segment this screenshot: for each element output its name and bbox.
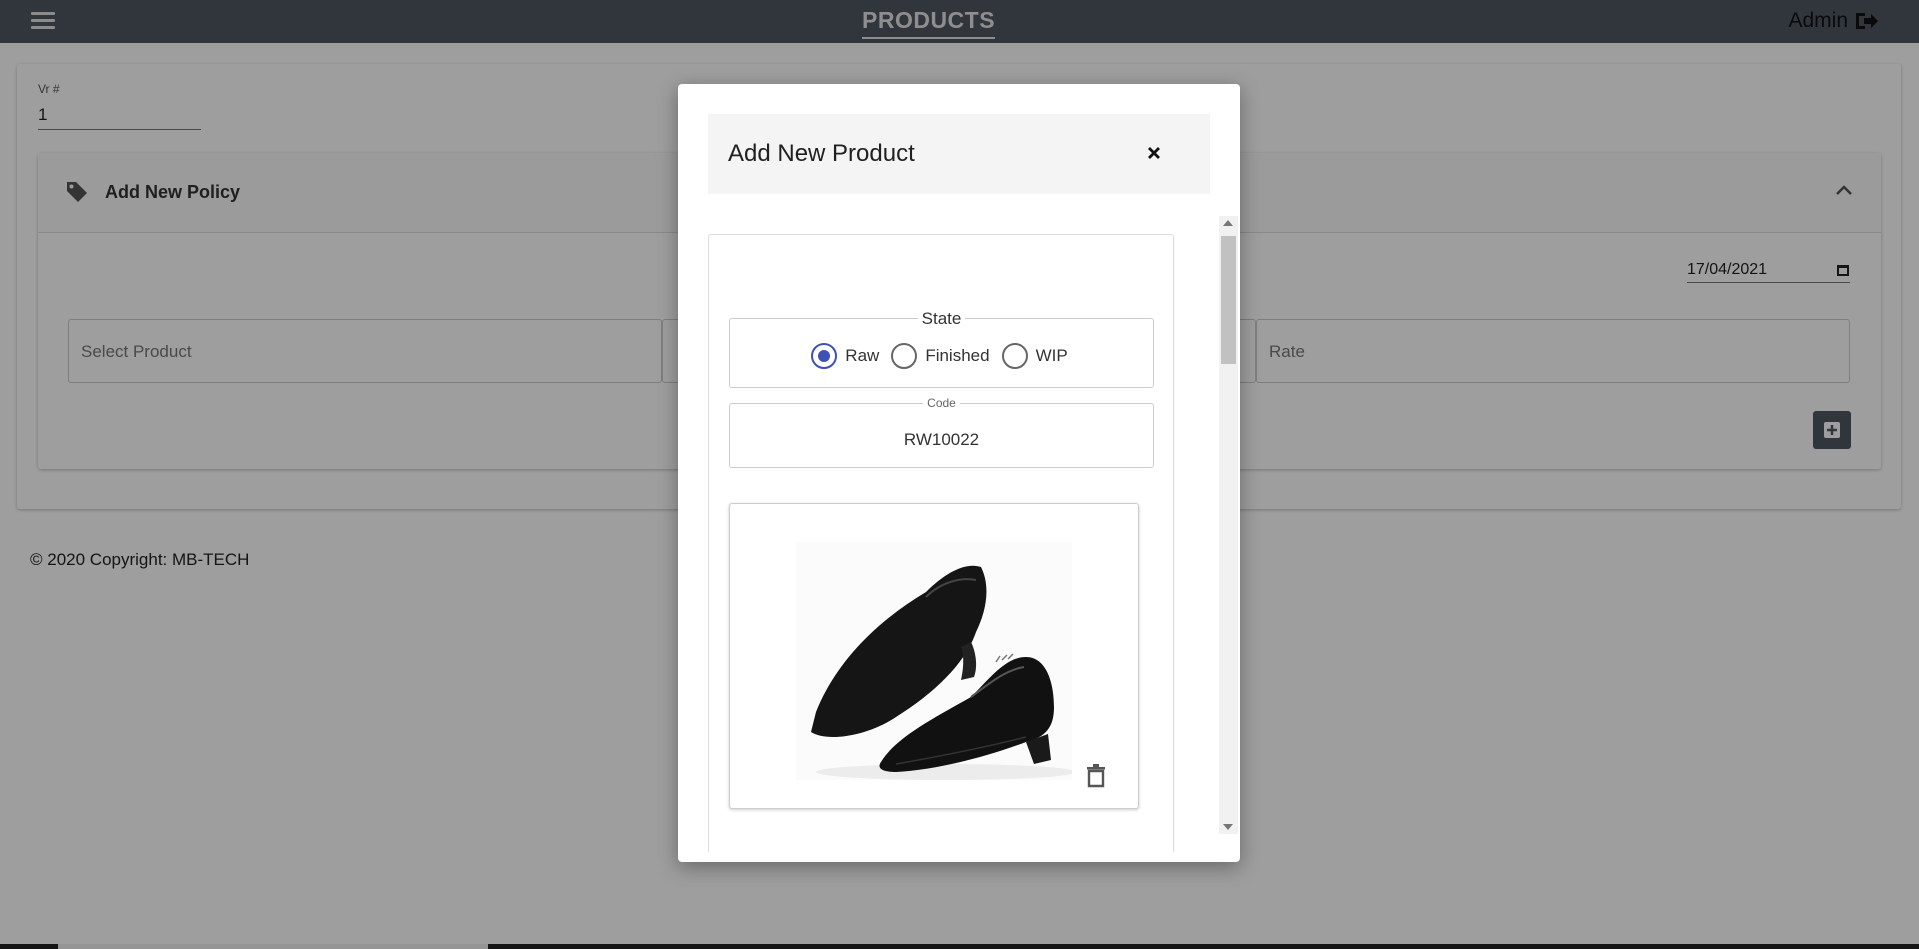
close-button[interactable] [1144,143,1164,163]
modal-body: State Raw Finished WIP Code RW10022 [708,234,1198,852]
radio-label: Finished [925,346,990,365]
scroll-down-icon[interactable] [1223,824,1233,830]
scroll-thumb[interactable] [1221,236,1236,364]
product-image [796,542,1072,780]
code-label: Code [923,396,960,410]
close-icon [1148,147,1160,159]
add-product-modal: Add New Product State Raw Finished WIP C… [678,84,1240,862]
state-radio-raw[interactable]: Raw [811,343,879,369]
state-label: State [917,309,966,328]
radio-button[interactable] [1001,343,1028,369]
radio-button[interactable] [891,343,918,369]
state-radio-finished[interactable]: Finished [891,343,990,369]
product-form-card: State Raw Finished WIP Code RW10022 [708,234,1174,852]
modal-scrollbar[interactable] [1219,216,1238,834]
state-options: Raw Finished WIP [730,343,1153,369]
modal-title: Add New Product [728,140,915,167]
radio-label: Raw [845,346,880,365]
radio-button[interactable] [811,343,838,369]
code-value[interactable]: RW10022 [730,430,1153,450]
trash-icon[interactable] [1086,764,1106,788]
state-group: State Raw Finished WIP [729,309,1154,388]
modal-header: Add New Product [708,114,1210,194]
product-image-card [729,503,1139,809]
radio-label: WIP [1035,346,1068,365]
code-field[interactable]: Code RW10022 [729,396,1154,468]
state-radio-wip[interactable]: WIP [1001,343,1068,369]
scroll-up-icon[interactable] [1223,220,1233,226]
